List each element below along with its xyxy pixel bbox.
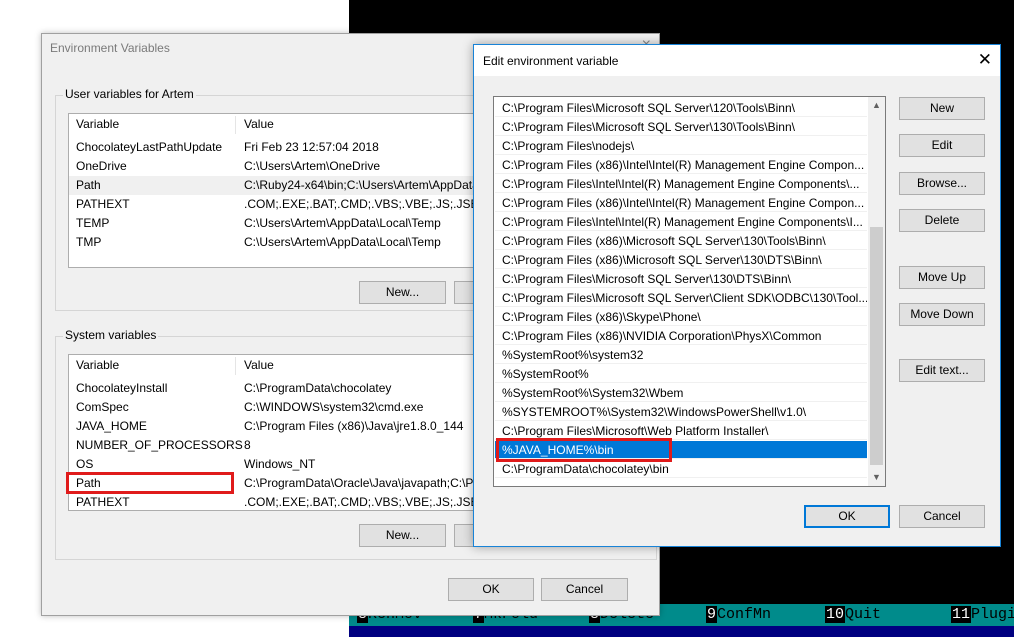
new-button[interactable]: New <box>899 97 985 120</box>
title-bar[interactable]: Edit environment variable ✕ <box>474 45 1000 76</box>
list-item[interactable]: %SystemRoot% <box>495 365 867 383</box>
column-header-value[interactable]: Value <box>244 117 274 131</box>
vertical-scrollbar[interactable]: ▲ ▼ <box>868 97 885 486</box>
fkey-9[interactable]: 9ConfMn <box>706 604 771 626</box>
edit-text-button[interactable]: Edit text... <box>899 359 985 382</box>
list-item[interactable]: C:\Program Files (x86)\Intel\Intel(R) Ma… <box>495 156 867 174</box>
list-item[interactable]: %SYSTEMROOT%\System32\WindowsPowerShell\… <box>495 403 867 421</box>
dialog-title: Environment Variables <box>50 41 170 55</box>
scroll-thumb[interactable] <box>870 227 883 465</box>
list-item[interactable]: C:\Program Files (x86)\Microsoft SQL Ser… <box>495 232 867 250</box>
delete-button[interactable]: Delete <box>899 209 985 232</box>
edit-button[interactable]: Edit <box>899 134 985 157</box>
terminal-status-strip <box>349 626 1014 637</box>
move-up-button[interactable]: Move Up <box>899 266 985 289</box>
ok-button[interactable]: OK <box>804 505 890 528</box>
list-item[interactable]: C:\Program Files (x86)\Microsoft SQL Ser… <box>495 251 867 269</box>
edit-environment-variable-dialog: Edit environment variable ✕ C:\Program F… <box>473 44 1001 547</box>
dialog-title: Edit environment variable <box>483 54 619 68</box>
column-header-variable[interactable]: Variable <box>76 117 119 131</box>
java-home-highlight-box <box>496 438 672 462</box>
user-variables-label: User variables for Artem <box>63 87 196 101</box>
cancel-button[interactable]: Cancel <box>899 505 985 528</box>
column-divider[interactable] <box>235 116 236 134</box>
env-cancel-button[interactable]: Cancel <box>541 578 628 601</box>
list-item[interactable]: %SystemRoot%\System32\Wbem <box>495 384 867 402</box>
fkey-10[interactable]: 10Quit <box>825 604 881 626</box>
column-header-value[interactable]: Value <box>244 358 274 372</box>
list-item[interactable]: C:\Program Files\Microsoft SQL Server\13… <box>495 118 867 136</box>
list-item[interactable]: %SystemRoot%\system32 <box>495 346 867 364</box>
move-down-button[interactable]: Move Down <box>899 303 985 326</box>
close-icon[interactable]: ✕ <box>978 50 992 70</box>
column-header-variable[interactable]: Variable <box>76 358 119 372</box>
system-variables-label: System variables <box>63 328 159 342</box>
list-item[interactable]: C:\Program Files (x86)\NVIDIA Corporatio… <box>495 327 867 345</box>
column-divider[interactable] <box>235 357 236 375</box>
env-ok-button[interactable]: OK <box>448 578 534 601</box>
fkey-11[interactable]: 11Plugins <box>951 604 1014 626</box>
list-item[interactable]: C:\Program Files (x86)\Skype\Phone\ <box>495 308 867 326</box>
user-new-button[interactable]: New... <box>359 281 446 304</box>
list-item[interactable]: C:\ProgramData\chocolatey\bin <box>495 460 867 478</box>
scroll-up-icon[interactable]: ▲ <box>868 97 885 114</box>
list-item[interactable]: C:\Program Files\Microsoft SQL Server\12… <box>495 99 867 117</box>
system-new-button[interactable]: New... <box>359 524 446 547</box>
list-item[interactable]: C:\Program Files (x86)\Intel\Intel(R) Ma… <box>495 194 867 212</box>
list-item[interactable]: C:\Program Files\Microsoft SQL Server\13… <box>495 270 867 288</box>
path-highlight-box <box>66 472 234 494</box>
list-item[interactable]: C:\Program Files\Intel\Intel(R) Manageme… <box>495 175 867 193</box>
list-item[interactable]: C:\Program Files\nodejs\ <box>495 137 867 155</box>
scroll-down-icon[interactable]: ▼ <box>868 469 885 486</box>
path-entries-list[interactable]: C:\Program Files\Microsoft SQL Server\12… <box>493 96 886 487</box>
list-item[interactable]: C:\Program Files\Intel\Intel(R) Manageme… <box>495 213 867 231</box>
browse-button[interactable]: Browse... <box>899 172 985 195</box>
list-item[interactable]: C:\Program Files\Microsoft SQL Server\Cl… <box>495 289 867 307</box>
